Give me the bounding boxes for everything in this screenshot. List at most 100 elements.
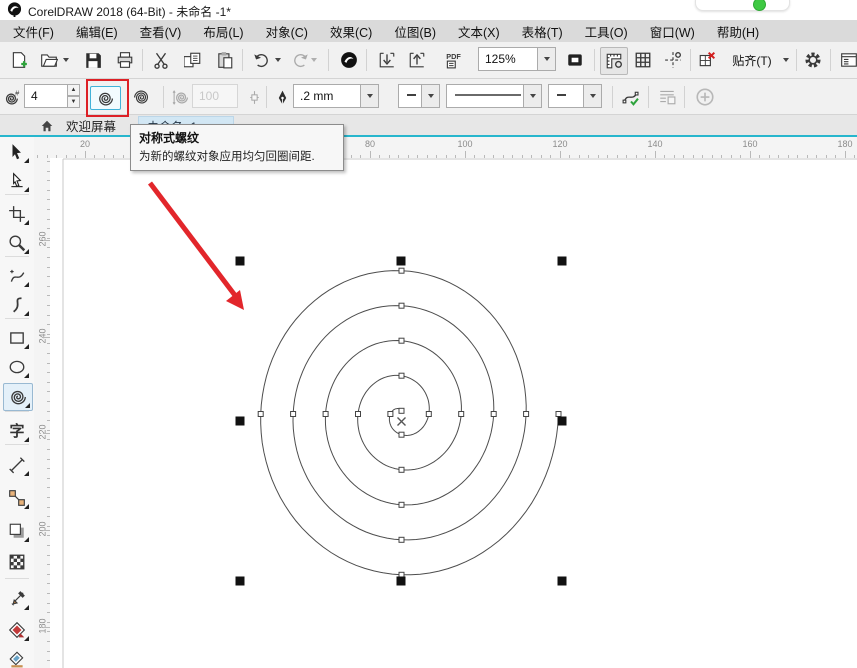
plus-circle-icon [695,87,715,107]
dockers-panel-button[interactable] [836,47,857,73]
menu-item-4[interactable]: 对象(C) [255,20,319,43]
chevron-down-icon [783,58,789,62]
curve-node[interactable] [491,412,496,417]
curve-node[interactable] [399,537,404,542]
start-arrowhead-combo[interactable] [398,84,440,108]
home-tab[interactable] [36,115,58,136]
chevron-down-icon [63,58,69,62]
full-screen-preview-button[interactable] [562,47,588,73]
snap-disable-button[interactable] [694,47,720,73]
menu-item-0[interactable]: 文件(F) [2,20,65,43]
selection-handle[interactable] [397,577,406,586]
curve-node[interactable] [399,268,404,273]
paste-button[interactable] [212,47,238,73]
selection-handle[interactable] [558,417,567,426]
spiral-revolutions-input[interactable] [24,84,68,108]
new-document-button[interactable] [6,47,32,73]
spiral-object[interactable] [261,271,559,575]
save-button[interactable] [80,47,106,73]
selection-handle[interactable] [236,577,245,586]
open-dropdown[interactable] [60,47,72,73]
selection-handle[interactable] [236,417,245,426]
zoom-level-combo[interactable]: 125% [478,47,556,71]
curve-node[interactable] [291,412,296,417]
tab-welcome-screen[interactable]: 欢迎屏幕 [58,115,124,136]
line-style-combo[interactable] [446,84,542,108]
spiral-revolutions-spinner[interactable]: ▲▼ [67,84,80,108]
canvas-stage [0,137,857,668]
show-guidelines-button[interactable] [660,47,686,73]
menu-item-9[interactable]: 工具(O) [574,20,639,43]
open-button[interactable] [36,47,62,73]
curve-node[interactable] [426,412,431,417]
menu-item-8[interactable]: 表格(T) [511,20,574,43]
undo-dropdown[interactable] [272,47,284,73]
cut-button[interactable] [148,47,174,73]
toolbar-separator [594,49,595,71]
publish-pdf-button[interactable]: PDF [440,47,466,73]
show-rulers-button[interactable] [600,47,628,75]
curve-node[interactable] [399,502,404,507]
menu-item-2[interactable]: 查看(V) [129,20,193,43]
snap-to-dropdown[interactable] [780,47,792,73]
menu-item-7[interactable]: 文本(X) [447,20,511,43]
show-grid-icon [634,51,652,69]
export-button[interactable] [404,47,430,73]
end-arrowhead-dropdown[interactable] [583,85,601,107]
options-button[interactable] [800,47,826,73]
chevron-down-icon [275,58,281,62]
curve-node[interactable] [258,412,263,417]
object-center-marker[interactable] [398,418,406,426]
end-arrowhead-combo[interactable] [548,84,602,108]
menu-item-6[interactable]: 位图(B) [383,20,447,43]
logarithmic-spiral-button[interactable] [127,86,156,108]
expansion-slider-icon [246,89,263,106]
curve-node[interactable] [399,338,404,343]
close-curve-button[interactable] [618,84,644,110]
zoom-dropdown[interactable] [537,48,555,70]
tooltip-title: 对称式螺纹 [139,129,335,146]
menu-item-10[interactable]: 窗口(W) [639,20,706,43]
zoom-level-value: 125% [479,52,537,66]
curve-node[interactable] [399,432,404,437]
line-preview-icon [453,87,523,103]
selection-handle[interactable] [236,257,245,266]
redo-dropdown[interactable] [308,47,320,73]
copy-button[interactable] [180,47,206,73]
undo-button[interactable] [248,47,274,73]
curve-node[interactable] [323,412,328,417]
outline-width-dropdown[interactable] [360,85,378,107]
snap-to-button[interactable]: 贴齐(T) [724,47,780,73]
show-grid-button[interactable] [630,47,656,73]
start-arrowhead-dropdown[interactable] [421,85,439,107]
selection-handle[interactable] [397,257,406,266]
spinner-down-icon[interactable]: ▼ [67,96,80,108]
import-button[interactable] [374,47,400,73]
curve-node[interactable] [356,412,361,417]
curve-node[interactable] [524,412,529,417]
curve-node[interactable] [459,412,464,417]
show-rulers-icon [605,52,623,70]
copy-icon [184,51,202,69]
open-icon [40,51,58,69]
selection-handle[interactable] [558,577,567,586]
curve-node[interactable] [399,467,404,472]
line-preview-icon [405,87,421,103]
menu-item-1[interactable]: 编辑(E) [65,20,129,43]
curve-node[interactable] [399,373,404,378]
outline-width-combo[interactable]: .2 mm [293,84,379,108]
curve-node[interactable] [399,303,404,308]
wrap-text-button [654,84,680,110]
toolbar-separator [266,86,267,108]
curve-node[interactable] [388,412,393,417]
curve-node[interactable] [556,412,561,417]
spinner-up-icon[interactable]: ▲ [67,84,80,96]
menu-item-3[interactable]: 布局(L) [192,20,254,43]
curve-node[interactable] [399,408,404,413]
menu-item-5[interactable]: 效果(C) [319,20,383,43]
search-content-button[interactable] [336,47,362,73]
selection-handle[interactable] [558,257,567,266]
print-button[interactable] [112,47,138,73]
line-style-dropdown[interactable] [523,85,541,107]
menu-item-11[interactable]: 帮助(H) [706,20,770,43]
